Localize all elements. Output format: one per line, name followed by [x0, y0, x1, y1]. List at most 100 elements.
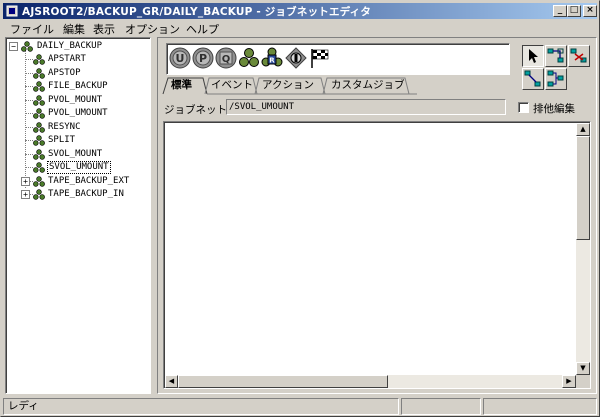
- tree-root-label: DAILY_BACKUP: [37, 41, 103, 51]
- palette-glyph-p: P: [199, 52, 207, 65]
- title-bar[interactable]: AJSROOT2/BACKUP_GR/DAILY_BACKUP - ジョブネット…: [3, 3, 597, 19]
- jobnet-tree[interactable]: − DAILY_BACKUP APSTART APSTOP FILE_BACKUP P…: [5, 37, 151, 394]
- job-icon: [33, 108, 45, 119]
- tree-node-label: APSTART: [48, 54, 86, 64]
- tree-node-label: TAPE_BACKUP_IN: [48, 189, 124, 199]
- tree-node-label: PVOL_UMOUNT: [48, 108, 108, 118]
- relation-tool-button[interactable]: [522, 68, 544, 90]
- tree-connector: [25, 86, 33, 87]
- job-icon: [33, 81, 45, 92]
- tree-node-apstop[interactable]: APSTOP: [33, 67, 149, 80]
- tree-node-root[interactable]: − DAILY_BACKUP: [9, 40, 129, 53]
- tree-node-label: SPLIT: [48, 135, 76, 145]
- collapse-icon[interactable]: −: [9, 42, 18, 51]
- status-pane-2: [401, 398, 481, 415]
- vertical-scroll-thumb[interactable]: [576, 136, 590, 240]
- scroll-left-button[interactable]: ◀: [165, 375, 178, 388]
- arrow-cursor-icon: [529, 49, 538, 63]
- horizontal-scroll-thumb[interactable]: [178, 375, 388, 388]
- job-icon: [33, 135, 45, 146]
- panel-splitter[interactable]: [152, 37, 156, 394]
- tab-custom-job[interactable]: カスタムジョブ: [331, 77, 405, 94]
- palette-tabs: 標準 イベント アクション カスタムジョブ: [161, 77, 421, 95]
- tree-node-tape-backup-ext[interactable]: TAPE_BACKUP_EXT: [33, 175, 149, 188]
- relation-line-icon: [524, 70, 541, 87]
- disconnect-tool-button[interactable]: [568, 45, 590, 67]
- scroll-corner: [576, 375, 590, 388]
- branch-icon: [547, 70, 564, 87]
- menu-help[interactable]: ヘルプ: [186, 21, 219, 37]
- menu-edit[interactable]: 編集: [63, 21, 85, 37]
- tree-connector: [25, 167, 33, 168]
- tree-connector: [25, 153, 33, 155]
- tree-node-pvol-umount[interactable]: PVOL_UMOUNT: [33, 107, 149, 120]
- tree-connector: [25, 72, 33, 74]
- jobnet-icon: [33, 162, 45, 173]
- tree-node-resync[interactable]: RESYNC: [33, 121, 149, 134]
- tree-node-split[interactable]: SPLIT: [33, 134, 149, 147]
- status-bar: レディ: [3, 398, 599, 416]
- tree-node-svol-umount[interactable]: SVOL_UMOUNT: [33, 161, 149, 174]
- app-icon: [6, 5, 18, 17]
- scroll-up-button[interactable]: ▲: [576, 123, 590, 136]
- close-button[interactable]: ×: [583, 5, 597, 17]
- tree-connector: [25, 140, 33, 141]
- queue-job-icon[interactable]: Q: [215, 47, 237, 69]
- palette-glyph-q: Q: [222, 54, 231, 65]
- job-icon: [33, 148, 45, 160]
- exclusive-edit-label[interactable]: 排他編集: [533, 101, 575, 116]
- tree-node-file-backup[interactable]: FILE_BACKUP: [33, 80, 149, 93]
- branch-tool-button[interactable]: [545, 68, 567, 90]
- disconnect-icon: [570, 48, 587, 63]
- tree-node-pvol-mount[interactable]: PVOL_MOUNT: [33, 94, 149, 107]
- menu-options[interactable]: オプション: [125, 21, 180, 37]
- jobnet-path-field: /SVOL_UMOUNT: [226, 99, 506, 115]
- expand-icon[interactable]: +: [21, 190, 30, 199]
- scroll-right-button[interactable]: ▶: [562, 375, 576, 388]
- window-title: AJSROOT2/BACKUP_GR/DAILY_BACKUP - ジョブネット…: [22, 6, 372, 18]
- job-icon: [33, 94, 45, 106]
- select-tool-button[interactable]: [522, 45, 544, 67]
- exclusive-edit-checkbox[interactable]: [518, 102, 529, 113]
- menu-view[interactable]: 表示: [93, 21, 115, 37]
- tab-event[interactable]: イベント: [211, 77, 253, 94]
- tree-connector: [25, 59, 33, 60]
- tree-node-tape-backup-in[interactable]: TAPE_BACKUP_IN: [33, 188, 149, 201]
- tab-action[interactable]: アクション: [262, 77, 314, 94]
- connect-tool-button[interactable]: [545, 45, 567, 67]
- judgment-flag-icon[interactable]: [308, 47, 330, 69]
- expand-icon[interactable]: +: [21, 176, 30, 186]
- nested-jobnet-icon[interactable]: [238, 47, 260, 69]
- palette-glyph-u: U: [176, 52, 185, 65]
- tree-node-label: SVOL_UMOUNT: [47, 161, 111, 174]
- menu-bar: ファイル 編集 表示 オプション ヘルプ: [3, 20, 597, 36]
- vertical-scrollbar[interactable]: ▲ ▼: [576, 123, 590, 375]
- status-text: レディ: [3, 398, 399, 415]
- menu-file[interactable]: ファイル: [10, 21, 54, 37]
- jobnet-icon: [21, 41, 33, 52]
- tree-node-apstart[interactable]: APSTART: [33, 53, 149, 66]
- or-job-icon[interactable]: [285, 47, 307, 69]
- jobnet-label: ジョブネット:: [164, 104, 231, 116]
- unix-job-icon[interactable]: U: [169, 47, 191, 69]
- tree-node-svol-mount[interactable]: SVOL_MOUNT: [33, 148, 149, 161]
- horizontal-scrollbar[interactable]: ◀ ▶: [165, 375, 576, 388]
- remote-jobnet-icon[interactable]: R: [261, 47, 283, 69]
- tab-standard[interactable]: 標準: [171, 77, 192, 94]
- tree-node-label: RESYNC: [48, 121, 81, 132]
- maximize-button[interactable]: □: [567, 5, 581, 17]
- tree-node-label: FILE_BACKUP: [48, 81, 108, 91]
- job-icon: [33, 54, 45, 65]
- tree-connector: [25, 99, 33, 101]
- palette-glyph-r: R: [269, 57, 275, 65]
- minimize-button[interactable]: _: [553, 5, 567, 17]
- pc-job-icon[interactable]: P: [192, 47, 214, 69]
- tree-node-label: APSTOP: [48, 67, 81, 78]
- job-net-editor-window: AJSROOT2/BACKUP_GR/DAILY_BACKUP - ジョブネット…: [0, 0, 600, 417]
- jobnet-map-canvas[interactable]: [163, 121, 591, 389]
- tree-node-label: SVOL_MOUNT: [48, 148, 103, 159]
- tree-connector: [25, 113, 33, 114]
- scroll-down-button[interactable]: ▼: [576, 362, 590, 375]
- job-icon-palette: U P Q R: [166, 43, 510, 75]
- tree-node-label: TAPE_BACKUP_EXT: [48, 175, 130, 186]
